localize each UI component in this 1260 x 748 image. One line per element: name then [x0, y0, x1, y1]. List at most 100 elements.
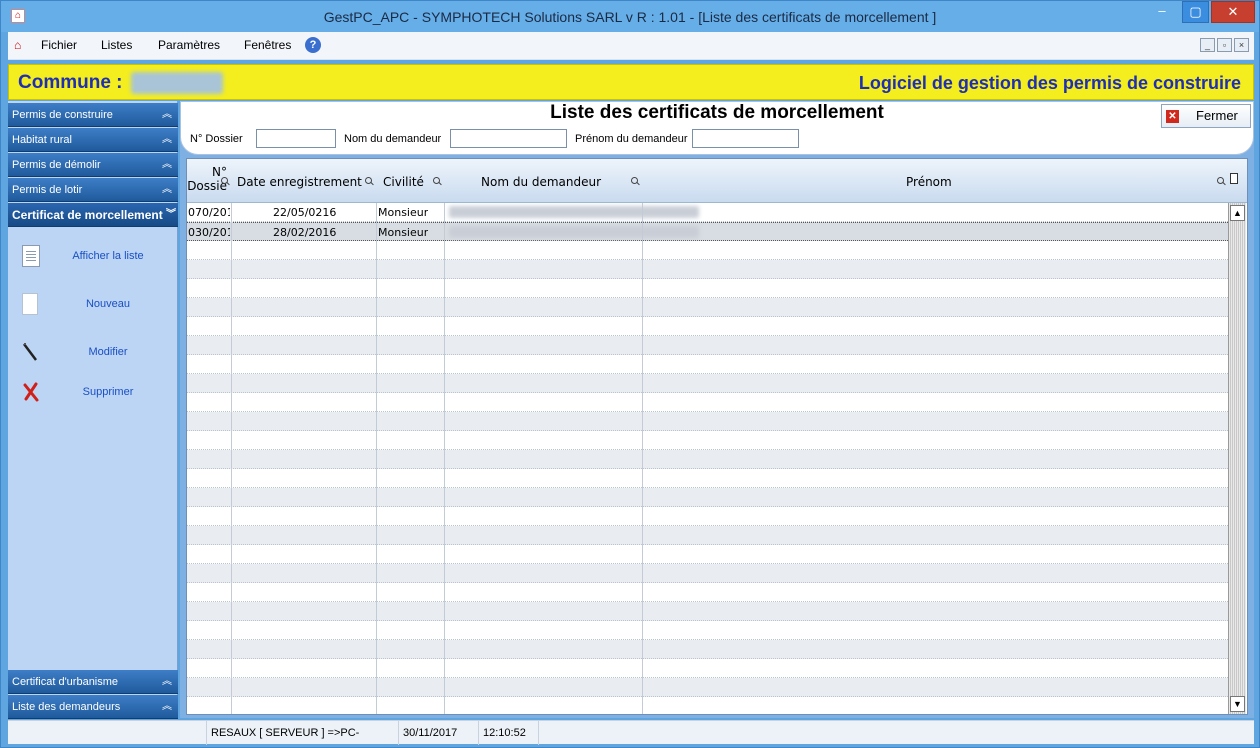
- chevron-down-icon[interactable]: ︾: [166, 203, 176, 227]
- cell-date: 22/05/0216: [273, 206, 337, 219]
- maximize-button[interactable]: ▢: [1182, 1, 1209, 23]
- table-row[interactable]: [187, 450, 1228, 469]
- table-row[interactable]: 070/201 22/05/0216 Monsieur: [187, 203, 1228, 222]
- menu-fichier[interactable]: Fichier: [41, 38, 77, 52]
- dossier-filter-input[interactable]: [256, 129, 336, 148]
- mdi-close-button[interactable]: ×: [1234, 38, 1249, 52]
- status-bar: RESAUX [ SERVEUR ] =>PC-HB:4900 30/11/20…: [8, 720, 1254, 745]
- close-icon: ✕: [1166, 110, 1179, 123]
- sidebar-action-afficher-liste[interactable]: Afficher la liste: [8, 243, 178, 273]
- table-row[interactable]: [187, 279, 1228, 298]
- table-row[interactable]: 030/201 28/02/2016 Monsieur: [187, 222, 1228, 241]
- table-row[interactable]: [187, 241, 1228, 260]
- column-chooser-icon[interactable]: [1230, 173, 1238, 184]
- table-row[interactable]: [187, 469, 1228, 488]
- search-icon[interactable]: [433, 177, 443, 187]
- table-row[interactable]: [187, 583, 1228, 602]
- vertical-scrollbar[interactable]: ▲ ▼: [1228, 203, 1246, 714]
- sidebar-group-permis-construire[interactable]: Permis de construire ︽: [8, 103, 178, 127]
- sidebar-action-supprimer[interactable]: Supprimer: [8, 379, 178, 409]
- table-row[interactable]: [187, 317, 1228, 336]
- scroll-down-button[interactable]: ▼: [1230, 696, 1245, 712]
- chevron-up-icon[interactable]: ︽: [162, 178, 172, 202]
- column-header-civilite[interactable]: Civilité: [383, 159, 453, 203]
- sidebar-group-certificat-morcellement[interactable]: Certificat de morcellement ︾: [8, 203, 178, 227]
- table-row[interactable]: [187, 336, 1228, 355]
- action-label: Afficher la liste: [72, 250, 144, 262]
- dossier-filter-label: N° Dossier: [190, 133, 243, 145]
- table-body: 070/201 22/05/0216 Monsieur 030/201 28/0…: [187, 203, 1228, 714]
- scroll-up-button[interactable]: ▲: [1230, 205, 1245, 221]
- column-header-prenom[interactable]: Prénom: [906, 159, 966, 203]
- search-icon[interactable]: [221, 177, 231, 187]
- table-row[interactable]: [187, 678, 1228, 697]
- table-row[interactable]: [187, 640, 1228, 659]
- sidebar-group-habitat-rural[interactable]: Habitat rural ︽: [8, 128, 178, 152]
- column-header-date[interactable]: Date enregistrement: [237, 159, 377, 203]
- table-row[interactable]: [187, 355, 1228, 374]
- prenom-filter-input[interactable]: [692, 129, 799, 148]
- menu-listes[interactable]: Listes: [101, 38, 132, 52]
- table-row[interactable]: [187, 564, 1228, 583]
- sidebar-group-certificat-urbanisme[interactable]: Certificat d'urbanisme ︽: [8, 670, 178, 694]
- chevron-up-icon[interactable]: ︽: [162, 103, 172, 127]
- title-bar[interactable]: ⌂ GestPC_APC - SYMPHOTECH Solutions SARL…: [1, 1, 1259, 32]
- action-label: Nouveau: [85, 298, 131, 310]
- table-row[interactable]: [187, 526, 1228, 545]
- app-menu-icon[interactable]: ⌂: [14, 38, 21, 52]
- table-row[interactable]: [187, 298, 1228, 317]
- table-row[interactable]: [187, 659, 1228, 678]
- chevron-up-icon[interactable]: ︽: [162, 670, 172, 694]
- menu-fenetres[interactable]: Fenêtres: [244, 38, 291, 52]
- sidebar-action-nouveau[interactable]: Nouveau: [8, 291, 178, 321]
- sidebar-group-permis-lotir[interactable]: Permis de lotir ︽: [8, 178, 178, 202]
- table-row[interactable]: [187, 507, 1228, 526]
- nom-filter-label: Nom du demandeur: [344, 133, 442, 145]
- chevron-up-icon[interactable]: ︽: [162, 128, 172, 152]
- table-row[interactable]: [187, 412, 1228, 431]
- cell-civilite: Monsieur: [378, 206, 429, 219]
- sidebar-group-liste-demandeurs[interactable]: Liste des demandeurs ︽: [8, 695, 178, 719]
- close-window-button[interactable]: ✕: [1211, 1, 1255, 23]
- status-empty: [538, 721, 598, 745]
- table-row[interactable]: [187, 545, 1228, 564]
- sidebar-group-label: Permis de construire: [12, 109, 113, 121]
- search-icon[interactable]: [365, 177, 375, 187]
- column-header-dossier[interactable]: N° Dossie: [187, 159, 231, 203]
- chevron-up-icon[interactable]: ︽: [162, 695, 172, 719]
- menu-bar: ⌂ Fichier Listes Paramètres Fenêtres ? _…: [8, 32, 1254, 60]
- nom-filter-input[interactable]: [450, 129, 567, 148]
- fermer-button[interactable]: ✕ Fermer: [1161, 104, 1251, 128]
- status-time: 12:10:52: [478, 721, 538, 745]
- table-row[interactable]: [187, 621, 1228, 640]
- column-divider: [642, 203, 643, 714]
- action-label: Modifier: [88, 346, 128, 358]
- filter-bar: Liste des certificats de morcellement ✕ …: [180, 101, 1254, 155]
- column-label: Prénom: [906, 175, 952, 189]
- mdi-minimize-button[interactable]: _: [1200, 38, 1215, 52]
- table-row[interactable]: [187, 431, 1228, 450]
- mdi-restore-button[interactable]: ▫: [1217, 38, 1232, 52]
- application-window: ⌂ GestPC_APC - SYMPHOTECH Solutions SARL…: [0, 0, 1260, 748]
- chevron-up-icon[interactable]: ︽: [162, 153, 172, 177]
- table-row[interactable]: [187, 602, 1228, 621]
- sidebar-action-modifier[interactable]: Modifier: [8, 339, 178, 369]
- table-row[interactable]: [187, 393, 1228, 412]
- table-row[interactable]: [187, 488, 1228, 507]
- search-icon[interactable]: [1217, 177, 1227, 187]
- help-icon[interactable]: ?: [305, 37, 321, 53]
- column-header-nom[interactable]: Nom du demandeur: [481, 159, 651, 203]
- table-row[interactable]: [187, 374, 1228, 393]
- delete-x-icon: [22, 381, 40, 403]
- sidebar-group-permis-demolir[interactable]: Permis de démolir ︽: [8, 153, 178, 177]
- certificates-table: N° Dossie Date enregistrement Civilité N…: [186, 158, 1248, 715]
- status-date: 30/11/2017: [398, 721, 478, 745]
- menu-parametres[interactable]: Paramètres: [158, 38, 220, 52]
- sidebar-group-label: Liste des demandeurs: [12, 701, 121, 713]
- table-row[interactable]: [187, 697, 1228, 714]
- search-icon[interactable]: [631, 177, 641, 187]
- column-divider: [231, 203, 232, 714]
- minimize-button[interactable]: –: [1149, 1, 1175, 23]
- table-row[interactable]: [187, 260, 1228, 279]
- sidebar-group-label: Habitat rural: [12, 134, 72, 146]
